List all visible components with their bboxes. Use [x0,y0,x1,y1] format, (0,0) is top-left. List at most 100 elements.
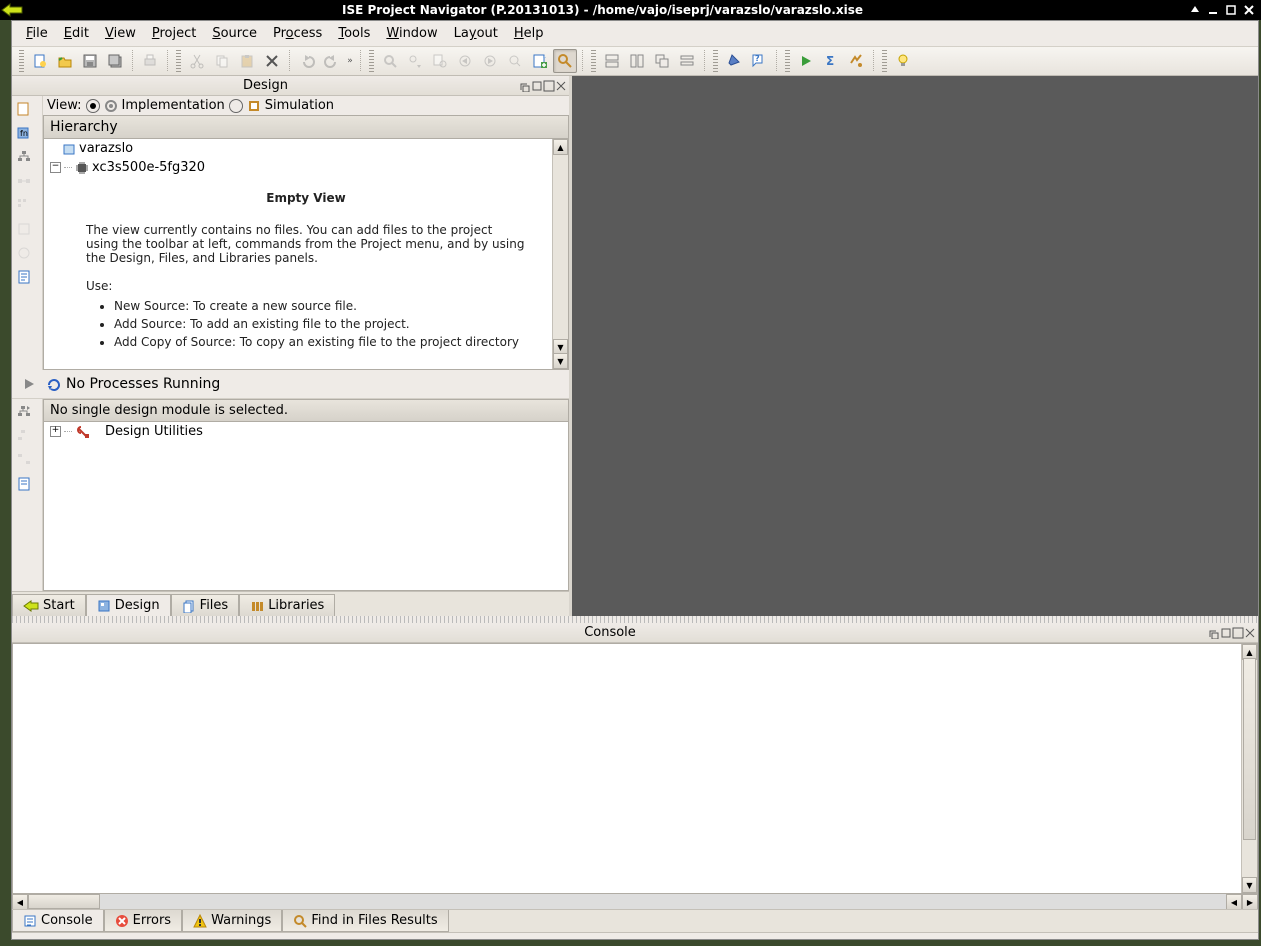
menu-help[interactable]: Help [506,23,552,44]
nav-back-button[interactable] [453,49,477,73]
rerun-button[interactable]: Σ [819,49,843,73]
menu-view[interactable]: View [97,23,144,44]
run-process-icon[interactable] [18,374,40,394]
refresh-icon[interactable] [46,377,60,391]
vtool-collapse[interactable] [14,243,34,263]
design-summary-button[interactable] [553,49,577,73]
du-expander-icon[interactable]: + [50,426,61,437]
find-button[interactable] [378,49,402,73]
console-max-icon[interactable] [1232,627,1244,639]
goto-button[interactable] [503,49,527,73]
expander-icon[interactable]: − [50,162,61,173]
tile-horiz-button[interactable] [600,49,624,73]
new-button[interactable] [28,49,52,73]
paste-button[interactable] [235,49,259,73]
cascade-button[interactable] [650,49,674,73]
undo-button[interactable] [295,49,319,73]
toolbar-grip-5[interactable] [713,50,718,72]
scroll-up-icon[interactable]: ▲ [553,139,568,155]
console-vscroll[interactable]: ▲ ▼ [1241,644,1257,893]
tab-start[interactable]: Start [12,594,86,616]
vtool-add-source[interactable]: fn [14,123,34,143]
console-restore-icon[interactable] [1208,627,1220,639]
tips-button[interactable] [891,49,915,73]
toolbar-overflow[interactable]: » [345,56,355,66]
device-node[interactable]: − xc3s500e-5fg320 [44,158,568,177]
delete-button[interactable] [260,49,284,73]
redo-button[interactable] [320,49,344,73]
radio-simulation[interactable] [229,99,243,113]
tab-libraries[interactable]: Libraries [239,594,335,616]
menu-edit[interactable]: Edit [56,23,97,44]
proc-vtool-4[interactable] [14,474,34,494]
panel-restore-icon[interactable] [519,80,531,92]
new-source-button[interactable] [528,49,552,73]
proc-vtool-1[interactable] [14,402,34,422]
nav-fwd-button[interactable] [478,49,502,73]
toolbar-grip-3[interactable] [369,50,374,72]
vtool-levels[interactable] [14,195,34,215]
proc-vtool-3[interactable] [14,450,34,470]
scroll-down2-icon[interactable]: ▼ [553,353,568,369]
print-button[interactable] [138,49,162,73]
design-utilities-node[interactable]: + Design Utilities [44,422,568,441]
wm-minimize-button[interactable] [1207,4,1219,16]
console-hscroll-left[interactable]: ◀ [12,894,28,910]
menu-file[interactable]: File [18,23,56,44]
panel-close-icon[interactable] [555,80,567,92]
save-all-button[interactable] [103,49,127,73]
menu-layout[interactable]: Layout [446,23,506,44]
impact-button[interactable] [844,49,868,73]
console-output[interactable]: ▲ ▼ [12,643,1258,894]
console-hscroll-thumb[interactable] [28,894,100,909]
console-hscroll-right2[interactable]: ▶ [1242,894,1258,910]
radio-implementation[interactable] [86,99,100,113]
toolbar-grip-4[interactable] [591,50,596,72]
find-next-button[interactable] [403,49,427,73]
menu-window[interactable]: Window [378,23,445,44]
panel-max-icon[interactable] [543,80,555,92]
hierarchy-tree[interactable]: varazslo − xc3s500e-5fg320 Empty View [43,139,569,370]
save-button[interactable] [78,49,102,73]
console-scroll-thumb[interactable] [1243,658,1256,840]
menu-process[interactable]: Process [265,23,330,44]
vtool-hierarchy[interactable] [14,147,34,167]
whatsthis-button[interactable]: ? [747,49,771,73]
tree-scrollbar[interactable]: ▲ ▼ ▼ [552,139,568,369]
wm-shade-button[interactable] [1189,4,1201,16]
toolbar-grip-2[interactable] [176,50,181,72]
run-button[interactable] [794,49,818,73]
editor-area[interactable] [572,76,1258,616]
vtool-expand[interactable] [14,219,34,239]
find-files-button[interactable] [428,49,452,73]
tab-design[interactable]: Design [86,594,171,617]
wm-maximize-button[interactable] [1225,4,1237,16]
console-close-icon[interactable] [1244,627,1256,639]
cut-button[interactable] [185,49,209,73]
console-hscroll-right[interactable]: ◀ [1226,894,1242,910]
vtool-new-source[interactable] [14,99,34,119]
console-float-icon[interactable] [1220,627,1232,639]
horizontal-splitter[interactable] [12,616,1258,623]
tab-console[interactable]: Console [12,910,104,932]
settings-button[interactable] [722,49,746,73]
vtool-instance[interactable] [14,171,34,191]
process-tree[interactable]: + Design Utilities [43,422,569,591]
menu-project[interactable]: Project [144,23,205,44]
tab-errors[interactable]: Errors [104,910,182,932]
proc-vtool-2[interactable] [14,426,34,446]
console-hscroll[interactable]: ◀ ◀ ▶ [12,894,1258,909]
wm-close-button[interactable] [1243,4,1255,16]
toolbar-grip[interactable] [19,50,24,72]
window-list-button[interactable] [675,49,699,73]
tab-warnings[interactable]: Warnings [182,910,282,932]
vtool-report[interactable] [14,267,34,287]
toolbar-grip-7[interactable] [882,50,887,72]
panel-float-icon[interactable] [531,80,543,92]
tab-find-results[interactable]: Find in Files Results [282,910,448,932]
copy-button[interactable] [210,49,234,73]
open-button[interactable] [53,49,77,73]
console-scroll-down[interactable]: ▼ [1242,877,1257,893]
menu-source[interactable]: Source [204,23,265,44]
tab-files[interactable]: Files [171,594,240,616]
